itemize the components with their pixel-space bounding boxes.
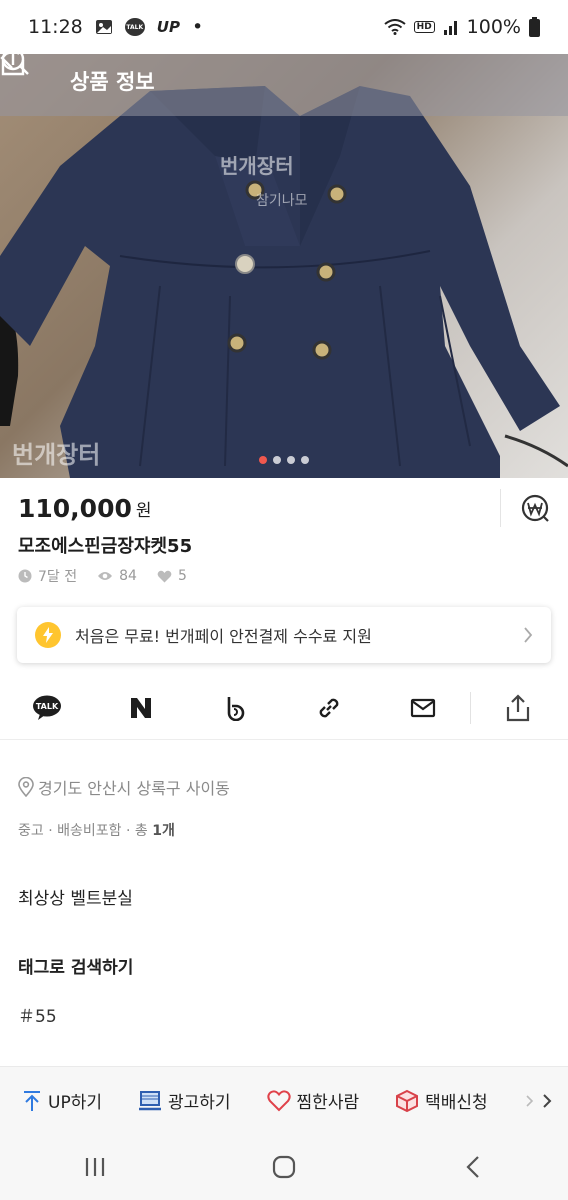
naver-icon xyxy=(131,697,151,718)
product-meta: 7달 전 84 5 xyxy=(18,566,187,586)
band-icon xyxy=(227,696,245,721)
price-row: 110,000 원 xyxy=(18,488,550,528)
home-icon xyxy=(272,1155,296,1179)
link-icon xyxy=(319,698,339,717)
liked-users-label: 찜한사람 xyxy=(296,1093,360,1113)
home-button[interactable] xyxy=(244,1142,324,1192)
system-navigation-bar xyxy=(0,1134,568,1200)
share-band-button[interactable] xyxy=(188,676,282,740)
share-more-button[interactable] xyxy=(471,676,565,740)
watermark-logo: 번개장터 xyxy=(220,154,294,178)
top-app-bar: 상품 정보 xyxy=(0,46,568,116)
condition-text: 중고 · 배송비포함 · 총 xyxy=(18,823,153,839)
svg-text:TALK: TALK xyxy=(36,702,59,711)
advertise-label: 광고하기 xyxy=(167,1093,231,1113)
seller-action-bar: UP하기 광고하기 찜한사람 택배신청 xyxy=(0,1066,568,1134)
copy-link-button[interactable] xyxy=(282,676,376,740)
chevron-right-icon xyxy=(524,627,533,643)
advertise-button[interactable]: 광고하기 xyxy=(138,1088,231,1113)
status-bar: 11:28 TALK UP • HD 100% xyxy=(0,0,568,54)
delivery-request-button[interactable]: 택배신청 xyxy=(395,1088,488,1113)
mail-icon xyxy=(410,698,436,717)
price: 110,000 xyxy=(18,493,132,523)
up-label: UP하기 xyxy=(48,1093,102,1113)
promo-text: 처음은 무료! 번개페이 안전결제 수수료 지원 xyxy=(75,627,372,646)
battery-icon xyxy=(529,17,540,37)
location: 경기도 안산시 상록구 사이동 xyxy=(18,775,230,799)
eye-icon xyxy=(98,572,113,580)
share-naver-button[interactable] xyxy=(94,676,188,740)
signal-icon xyxy=(443,19,459,35)
watermark-shop-name: 참기나모 xyxy=(256,193,308,209)
system-back-button[interactable] xyxy=(433,1142,513,1192)
delivery-request-label: 택배신청 xyxy=(425,1093,488,1113)
view-count: 84 xyxy=(119,568,137,584)
wifi-icon xyxy=(384,19,406,35)
location-text: 경기도 안산시 상록구 사이동 xyxy=(38,779,230,798)
box-icon xyxy=(396,1089,419,1112)
share-email-button[interactable] xyxy=(376,676,470,740)
heart-outline-icon xyxy=(266,1089,291,1111)
page-title: 상품 정보 xyxy=(70,70,155,94)
up-button[interactable]: UP하기 xyxy=(22,1088,102,1113)
clock-icon xyxy=(18,569,32,583)
kakaotalk-icon: TALK xyxy=(33,695,61,720)
watermark-corner: 번개장터 xyxy=(12,441,101,469)
won-coin-icon xyxy=(521,494,549,522)
hd-voice-icon: HD xyxy=(413,21,435,33)
lightning-icon xyxy=(35,622,61,648)
carousel-dot[interactable] xyxy=(301,456,309,464)
like-count: 5 xyxy=(177,568,187,584)
share-row: TALK xyxy=(0,676,568,740)
safe-payment-promo-banner[interactable]: 처음은 무료! 번개페이 안전결제 수수료 지원 xyxy=(17,607,551,663)
quantity: 1개 xyxy=(152,823,175,839)
currency-unit: 원 xyxy=(135,500,152,521)
tag-link[interactable]: ＃55 xyxy=(18,1002,57,1027)
recent-apps-button[interactable] xyxy=(55,1142,135,1192)
product-title: 모조에스핀금장쟈켓55 xyxy=(18,536,193,557)
more-notifications-dot: • xyxy=(191,16,204,38)
kakaotalk-notification-icon: TALK xyxy=(124,18,145,36)
product-image-carousel[interactable]: 번개장터 참기나모 번개장터 상품 정보 xyxy=(0,46,568,478)
recent-apps-icon xyxy=(85,1158,104,1176)
carousel-dot[interactable] xyxy=(273,456,281,464)
carousel-dot[interactable] xyxy=(287,456,295,464)
heart-icon xyxy=(157,570,172,582)
share-icon xyxy=(506,693,530,721)
carousel-dot[interactable] xyxy=(259,456,267,464)
status-time: 11:28 xyxy=(28,16,83,38)
posted-time: 7달 전 xyxy=(38,569,78,585)
back-icon xyxy=(466,1156,480,1178)
up-notification-icon: UP xyxy=(156,18,180,36)
carousel-indicator xyxy=(0,456,568,464)
share-kakaotalk-button[interactable]: TALK xyxy=(0,676,94,740)
location-pin-icon xyxy=(18,777,34,797)
more-actions-chevron[interactable] xyxy=(524,1091,554,1111)
product-detail-screen: 11:28 TALK UP • HD 100% 번개장터 참기나모 번개장터 상… xyxy=(0,0,568,1200)
laptop-icon xyxy=(138,1090,161,1110)
liked-users-button[interactable]: 찜한사람 xyxy=(266,1088,360,1113)
battery-percent: 100% xyxy=(466,16,521,38)
product-description: 최상상 벨트분실 xyxy=(18,889,133,909)
tag-section-heading: 태그로 검색하기 xyxy=(18,958,134,978)
up-arrow-icon xyxy=(24,1090,40,1111)
price-offer-button[interactable] xyxy=(500,489,550,527)
chevron-right-icon xyxy=(526,1093,552,1108)
product-condition: 중고 · 배송비포함 · 총 1개 xyxy=(18,820,175,840)
gallery-icon xyxy=(95,19,113,35)
